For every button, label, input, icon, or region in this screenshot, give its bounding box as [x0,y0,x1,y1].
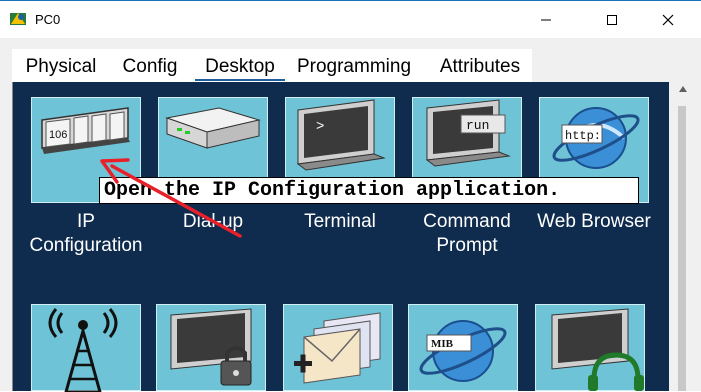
tab-programming[interactable]: Programming [292,49,416,82]
minimize-button[interactable] [523,1,569,39]
mib-browser-tile[interactable]: MIB [408,304,518,391]
tab-config[interactable]: Config [110,49,190,82]
tab-bar: Physical Config Desktop Programming Attr… [12,49,532,82]
svg-text:http:: http: [565,129,601,143]
scroll-up-arrow-icon[interactable] [679,86,687,92]
command-prompt-label[interactable]: Command Prompt [405,210,529,258]
packet-tracer-app-icon [10,13,26,25]
vpn-icon [170,308,252,386]
wireless-icon [48,308,118,392]
terminal-label[interactable]: Terminal [278,210,402,234]
instruction-tooltip: Open the IP Configuration application. [99,177,639,204]
window-title: PC0 [35,12,61,27]
maximize-icon [607,15,617,25]
close-icon [662,14,674,26]
minimize-icon [541,19,551,21]
pc-headset-icon [551,308,644,391]
scrollbar-thumb[interactable] [678,106,686,391]
wireless-tile[interactable] [31,304,141,392]
email-icon [294,312,381,384]
vpn-tile[interactable] [156,304,266,391]
svg-text:MIB: MIB [431,338,454,350]
close-button[interactable] [645,1,691,39]
pc-headset-tile[interactable] [535,304,645,391]
svg-text:106: 106 [49,129,67,141]
dial-up-label[interactable]: Dial-up [151,210,275,234]
svg-text:run: run [466,118,489,133]
maximize-button[interactable] [589,1,635,39]
email-tile[interactable] [283,304,393,391]
tab-attributes[interactable]: Attributes [432,49,528,82]
tab-desktop[interactable]: Desktop [193,49,287,82]
svg-text:>: > [316,119,324,135]
ip-configuration-label[interactable]: IP Configuration [24,210,148,258]
mib-browser-icon: MIB [419,320,507,382]
web-browser-label[interactable]: Web Browser [532,210,656,234]
tab-physical[interactable]: Physical [12,49,110,82]
title-bar: PC0 [0,0,701,38]
